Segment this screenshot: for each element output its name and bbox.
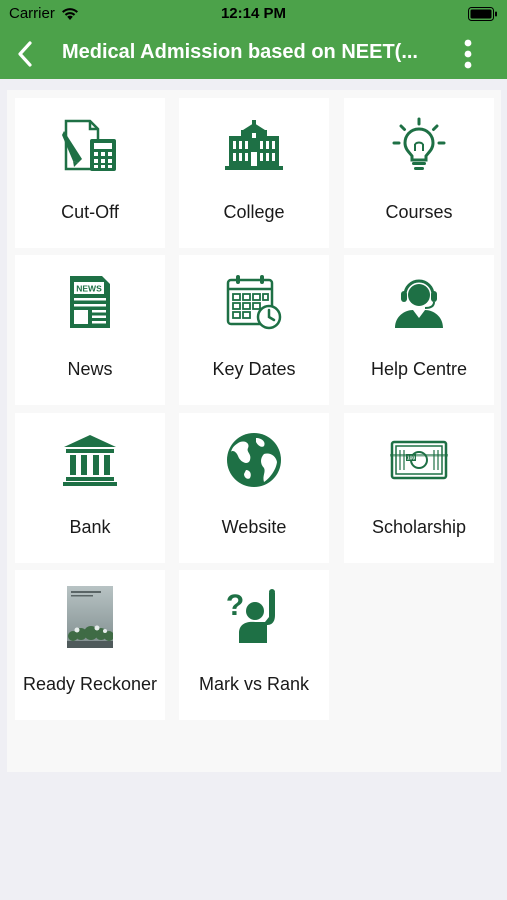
calendar-clock-icon xyxy=(226,275,282,330)
college-building-icon xyxy=(225,120,283,170)
cut-off-icon xyxy=(62,119,116,171)
more-options-icon[interactable] xyxy=(458,38,478,70)
tile-label: Key Dates xyxy=(212,359,296,379)
tile-bank[interactable]: Bank xyxy=(15,413,165,563)
status-bar: Carrier 12:14 PM xyxy=(0,0,507,28)
tile-courses[interactable]: Courses xyxy=(344,98,494,248)
tile-label: Website xyxy=(221,517,287,537)
lightbulb-icon xyxy=(392,117,446,170)
tile-cut-off[interactable]: Cut-Off xyxy=(15,98,165,248)
tile-key-dates[interactable]: Key Dates xyxy=(179,255,329,405)
navigation-bar: Medical Admission based on NEET(... xyxy=(0,28,507,79)
book-cover-image xyxy=(67,586,113,648)
back-arrow-icon[interactable] xyxy=(14,40,38,68)
globe-icon xyxy=(227,433,281,487)
tile-website[interactable]: Website xyxy=(179,413,329,563)
tile-label: Help Centre xyxy=(370,359,468,379)
tile-label: Cut-Off xyxy=(61,202,119,222)
tile-mark-vs-rank[interactable]: ? Mark vs Rank xyxy=(179,570,329,720)
page-title: Medical Admission based on NEET(... xyxy=(62,41,418,63)
bank-icon xyxy=(63,435,117,486)
tile-label: Mark vs Rank xyxy=(198,674,310,694)
tile-label: Bank xyxy=(69,517,111,537)
tile-label: Scholarship xyxy=(371,517,467,537)
money-bill-icon: 100 xyxy=(390,440,448,480)
tile-ready-reckoner[interactable]: Ready Reckoner xyxy=(15,570,165,720)
tile-news[interactable]: NEWS News xyxy=(15,255,165,405)
support-agent-icon xyxy=(395,279,443,328)
tile-scholarship[interactable]: 100 Scholarship xyxy=(344,413,494,563)
question-raise-hand-icon: ? xyxy=(226,589,275,643)
tile-label: Ready Reckoner xyxy=(22,674,158,694)
svg-text:NEWS: NEWS xyxy=(76,284,102,294)
menu-grid: Cut-Off College Courses NEWS News Key Da… xyxy=(7,90,501,772)
newspaper-icon: NEWS xyxy=(70,276,110,328)
tile-college[interactable]: College xyxy=(179,98,329,248)
tile-help-centre[interactable]: Help Centre xyxy=(344,255,494,405)
tile-label: College xyxy=(223,202,285,222)
status-time: 12:14 PM xyxy=(220,5,287,22)
battery-icon xyxy=(468,7,497,21)
svg-text:?: ? xyxy=(226,589,244,622)
tile-label: Courses xyxy=(385,202,453,222)
tile-label: News xyxy=(67,359,113,379)
